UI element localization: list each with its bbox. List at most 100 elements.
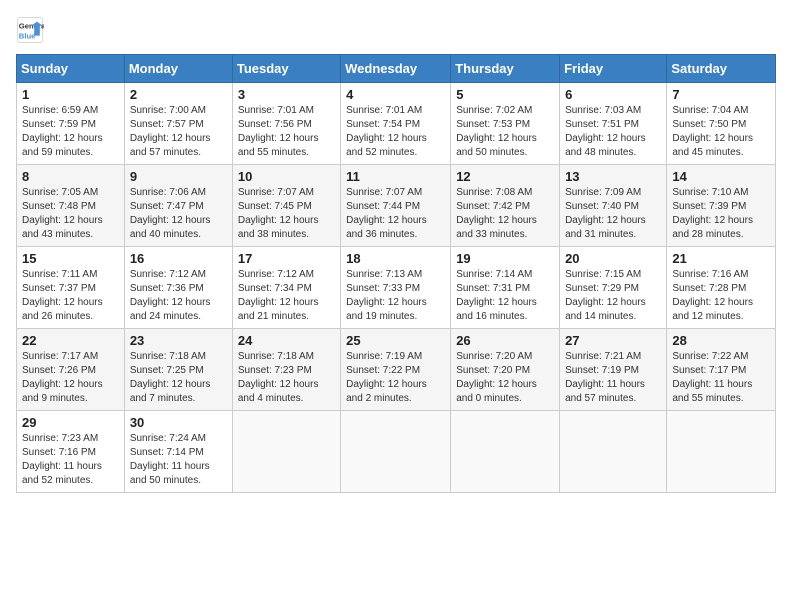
calendar-cell: 18 Sunrise: 7:13 AMSunset: 7:33 PMDaylig… [341,247,451,329]
day-info: Sunrise: 7:13 AMSunset: 7:33 PMDaylight:… [346,269,427,322]
header-thursday: Thursday [451,55,560,83]
header-tuesday: Tuesday [232,55,340,83]
day-number: 5 [456,87,554,102]
day-info: Sunrise: 7:10 AMSunset: 7:39 PMDaylight:… [672,187,753,240]
day-number: 6 [565,87,661,102]
day-number: 20 [565,251,661,266]
header-monday: Monday [124,55,232,83]
calendar-cell: 1 Sunrise: 6:59 AMSunset: 7:59 PMDayligh… [17,83,125,165]
day-info: Sunrise: 7:18 AMSunset: 7:23 PMDaylight:… [238,351,319,404]
day-number: 22 [22,333,119,348]
day-number: 30 [130,415,227,430]
calendar-week-4: 22 Sunrise: 7:17 AMSunset: 7:26 PMDaylig… [17,329,776,411]
calendar-cell [232,411,340,493]
calendar-cell: 10 Sunrise: 7:07 AMSunset: 7:45 PMDaylig… [232,165,340,247]
logo: General Blue [16,16,48,44]
svg-text:Blue: Blue [19,31,36,40]
day-number: 10 [238,169,335,184]
calendar-cell: 5 Sunrise: 7:02 AMSunset: 7:53 PMDayligh… [451,83,560,165]
day-info: Sunrise: 7:19 AMSunset: 7:22 PMDaylight:… [346,351,427,404]
day-info: Sunrise: 7:01 AMSunset: 7:54 PMDaylight:… [346,105,427,158]
day-info: Sunrise: 7:16 AMSunset: 7:28 PMDaylight:… [672,269,753,322]
day-number: 28 [672,333,770,348]
calendar-cell: 13 Sunrise: 7:09 AMSunset: 7:40 PMDaylig… [560,165,667,247]
header-saturday: Saturday [667,55,776,83]
calendar-week-2: 8 Sunrise: 7:05 AMSunset: 7:48 PMDayligh… [17,165,776,247]
day-number: 26 [456,333,554,348]
calendar-cell: 15 Sunrise: 7:11 AMSunset: 7:37 PMDaylig… [17,247,125,329]
calendar-cell: 21 Sunrise: 7:16 AMSunset: 7:28 PMDaylig… [667,247,776,329]
day-info: Sunrise: 7:02 AMSunset: 7:53 PMDaylight:… [456,105,537,158]
day-info: Sunrise: 7:03 AMSunset: 7:51 PMDaylight:… [565,105,646,158]
day-number: 27 [565,333,661,348]
day-number: 21 [672,251,770,266]
day-info: Sunrise: 7:14 AMSunset: 7:31 PMDaylight:… [456,269,537,322]
calendar-cell: 24 Sunrise: 7:18 AMSunset: 7:23 PMDaylig… [232,329,340,411]
day-info: Sunrise: 7:21 AMSunset: 7:19 PMDaylight:… [565,351,645,404]
calendar-week-3: 15 Sunrise: 7:11 AMSunset: 7:37 PMDaylig… [17,247,776,329]
calendar-table: Sunday Monday Tuesday Wednesday Thursday… [16,54,776,493]
day-number: 9 [130,169,227,184]
logo-icon: General Blue [16,16,44,44]
calendar-cell: 16 Sunrise: 7:12 AMSunset: 7:36 PMDaylig… [124,247,232,329]
calendar-cell: 25 Sunrise: 7:19 AMSunset: 7:22 PMDaylig… [341,329,451,411]
calendar-cell: 4 Sunrise: 7:01 AMSunset: 7:54 PMDayligh… [341,83,451,165]
day-info: Sunrise: 7:15 AMSunset: 7:29 PMDaylight:… [565,269,646,322]
day-number: 13 [565,169,661,184]
calendar-cell: 14 Sunrise: 7:10 AMSunset: 7:39 PMDaylig… [667,165,776,247]
calendar-cell [560,411,667,493]
calendar-cell: 29 Sunrise: 7:23 AMSunset: 7:16 PMDaylig… [17,411,125,493]
calendar-cell: 12 Sunrise: 7:08 AMSunset: 7:42 PMDaylig… [451,165,560,247]
header-wednesday: Wednesday [341,55,451,83]
day-info: Sunrise: 7:07 AMSunset: 7:44 PMDaylight:… [346,187,427,240]
calendar-cell: 3 Sunrise: 7:01 AMSunset: 7:56 PMDayligh… [232,83,340,165]
day-number: 2 [130,87,227,102]
calendar-cell [451,411,560,493]
day-info: Sunrise: 7:12 AMSunset: 7:34 PMDaylight:… [238,269,319,322]
day-info: Sunrise: 7:23 AMSunset: 7:16 PMDaylight:… [22,433,102,486]
calendar-cell: 8 Sunrise: 7:05 AMSunset: 7:48 PMDayligh… [17,165,125,247]
day-info: Sunrise: 7:11 AMSunset: 7:37 PMDaylight:… [22,269,103,322]
calendar-cell: 22 Sunrise: 7:17 AMSunset: 7:26 PMDaylig… [17,329,125,411]
day-info: Sunrise: 7:07 AMSunset: 7:45 PMDaylight:… [238,187,319,240]
day-info: Sunrise: 7:05 AMSunset: 7:48 PMDaylight:… [22,187,103,240]
day-number: 17 [238,251,335,266]
day-info: Sunrise: 7:04 AMSunset: 7:50 PMDaylight:… [672,105,753,158]
calendar-cell: 28 Sunrise: 7:22 AMSunset: 7:17 PMDaylig… [667,329,776,411]
day-info: Sunrise: 6:59 AMSunset: 7:59 PMDaylight:… [22,105,103,158]
day-number: 8 [22,169,119,184]
day-info: Sunrise: 7:00 AMSunset: 7:57 PMDaylight:… [130,105,211,158]
calendar-week-1: 1 Sunrise: 6:59 AMSunset: 7:59 PMDayligh… [17,83,776,165]
calendar-week-5: 29 Sunrise: 7:23 AMSunset: 7:16 PMDaylig… [17,411,776,493]
calendar-cell: 19 Sunrise: 7:14 AMSunset: 7:31 PMDaylig… [451,247,560,329]
day-number: 18 [346,251,445,266]
header-row: Sunday Monday Tuesday Wednesday Thursday… [17,55,776,83]
day-number: 4 [346,87,445,102]
svg-text:General: General [19,22,44,31]
calendar-cell [341,411,451,493]
day-number: 15 [22,251,119,266]
day-info: Sunrise: 7:18 AMSunset: 7:25 PMDaylight:… [130,351,211,404]
calendar-cell: 2 Sunrise: 7:00 AMSunset: 7:57 PMDayligh… [124,83,232,165]
calendar-cell: 6 Sunrise: 7:03 AMSunset: 7:51 PMDayligh… [560,83,667,165]
day-info: Sunrise: 7:17 AMSunset: 7:26 PMDaylight:… [22,351,103,404]
calendar-cell: 20 Sunrise: 7:15 AMSunset: 7:29 PMDaylig… [560,247,667,329]
calendar-cell: 26 Sunrise: 7:20 AMSunset: 7:20 PMDaylig… [451,329,560,411]
day-number: 3 [238,87,335,102]
day-number: 14 [672,169,770,184]
header-friday: Friday [560,55,667,83]
day-info: Sunrise: 7:12 AMSunset: 7:36 PMDaylight:… [130,269,211,322]
calendar-cell: 7 Sunrise: 7:04 AMSunset: 7:50 PMDayligh… [667,83,776,165]
day-number: 7 [672,87,770,102]
page-header: General Blue [16,16,776,44]
calendar-cell [667,411,776,493]
calendar-cell: 23 Sunrise: 7:18 AMSunset: 7:25 PMDaylig… [124,329,232,411]
day-number: 23 [130,333,227,348]
day-number: 1 [22,87,119,102]
calendar-cell: 11 Sunrise: 7:07 AMSunset: 7:44 PMDaylig… [341,165,451,247]
calendar-cell: 27 Sunrise: 7:21 AMSunset: 7:19 PMDaylig… [560,329,667,411]
day-info: Sunrise: 7:09 AMSunset: 7:40 PMDaylight:… [565,187,646,240]
day-info: Sunrise: 7:08 AMSunset: 7:42 PMDaylight:… [456,187,537,240]
day-number: 29 [22,415,119,430]
day-number: 16 [130,251,227,266]
